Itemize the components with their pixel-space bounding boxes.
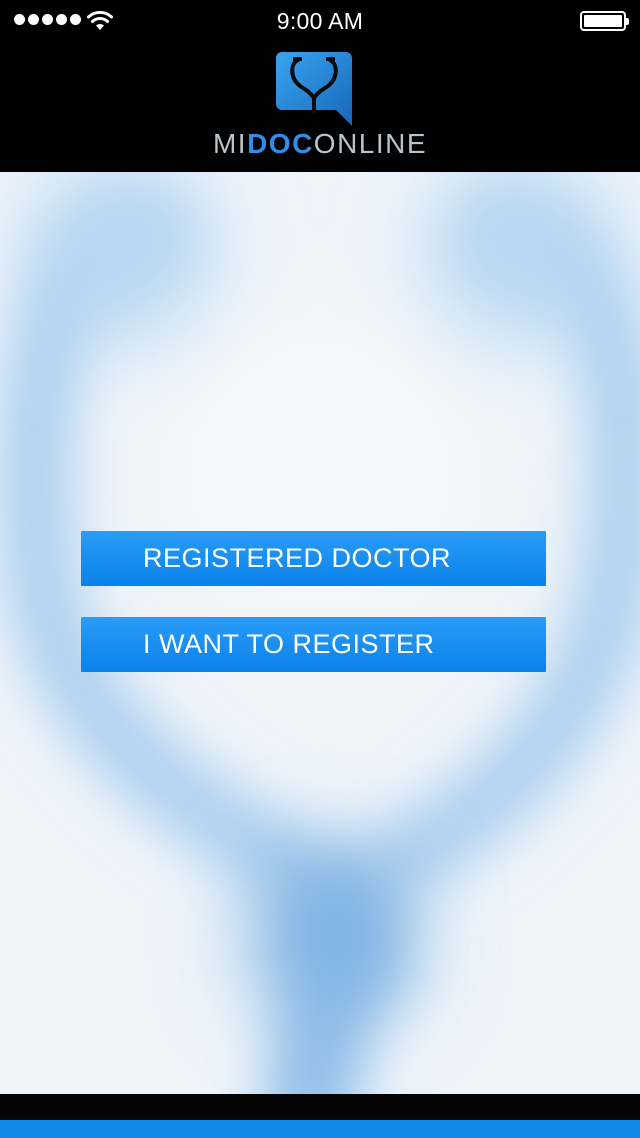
battery-icon bbox=[580, 11, 629, 31]
main-content: REGISTERED DOCTOR I WANT TO REGISTER bbox=[0, 172, 640, 1094]
brand-part-doc: DOC bbox=[247, 128, 314, 159]
bottom-accent-bar bbox=[0, 1120, 640, 1138]
status-time: 9:00 AM bbox=[276, 8, 364, 34]
app-header: MIDOCONLINE bbox=[0, 42, 640, 172]
registered-doctor-button[interactable]: REGISTERED DOCTOR bbox=[81, 531, 546, 586]
status-bar: 9:00 AM bbox=[0, 0, 640, 42]
brand-part-mi: MI bbox=[212, 128, 248, 159]
brand-wordmark: MIDOCONLINE bbox=[0, 128, 640, 160]
stethoscope-chat-logo-icon bbox=[276, 52, 352, 126]
bottom-bar bbox=[0, 1094, 640, 1120]
screen: 9:00 AM MIDOCONLINE REGISTERED DOCTOR I … bbox=[0, 0, 640, 1138]
brand-part-online: ONLINE bbox=[313, 128, 428, 159]
want-to-register-button[interactable]: I WANT TO REGISTER bbox=[81, 617, 546, 672]
